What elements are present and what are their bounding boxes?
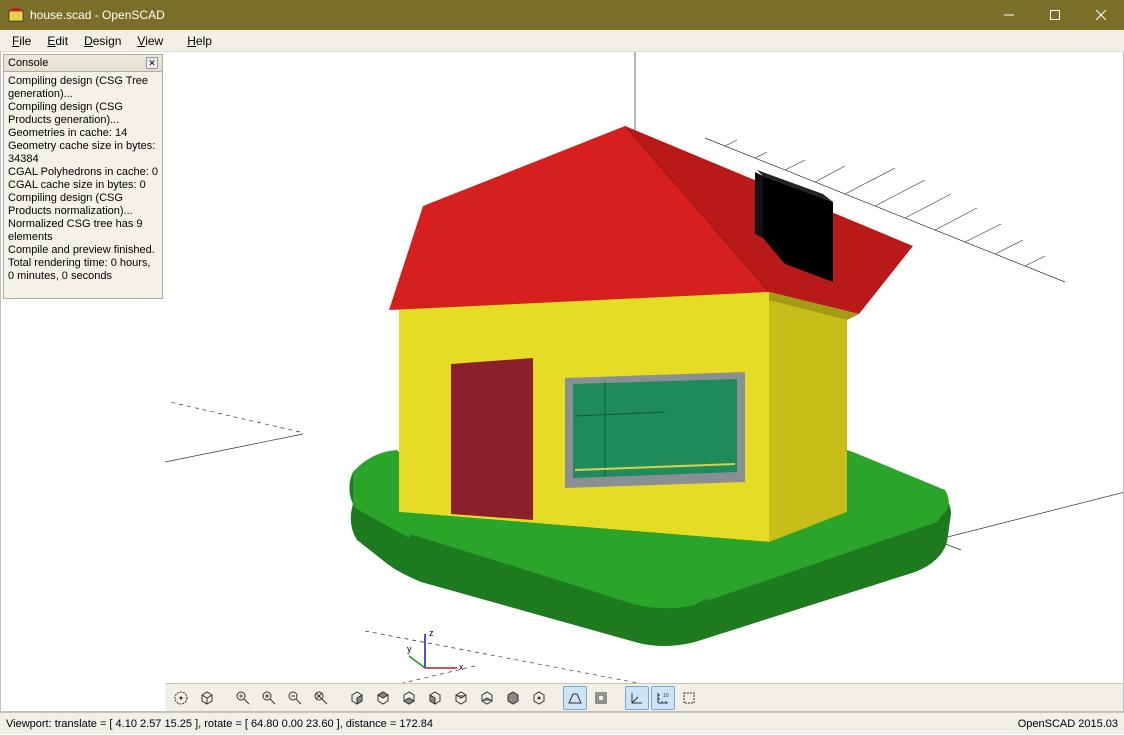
console-line: Total rendering time: 0 hours, 0 minutes… <box>8 257 158 283</box>
console-line: Geometry cache size in bytes: 34384 <box>8 140 158 166</box>
view-center-button[interactable] <box>527 686 551 710</box>
model-window <box>573 379 737 478</box>
close-button[interactable] <box>1078 0 1124 30</box>
console-line: CGAL cache size in bytes: 0 <box>8 179 158 192</box>
perspective-button[interactable] <box>563 686 587 710</box>
app-icon <box>8 7 24 23</box>
console-header: Console ✕ <box>4 55 162 72</box>
reset-view-button[interactable] <box>309 686 333 710</box>
menu-design[interactable]: Design <box>76 32 129 50</box>
console-body[interactable]: Compiling design (CSG Tree generation)..… <box>4 72 162 298</box>
show-axes-button[interactable] <box>625 686 649 710</box>
menu-edit[interactable]: Edit <box>39 32 76 50</box>
window-title: house.scad - OpenSCAD <box>30 8 986 22</box>
console-line: CGAL Polyhedrons in cache: 0 <box>8 166 158 179</box>
console-line: Geometries in cache: 14 <box>8 127 158 140</box>
console-line: Compile and preview finished. <box>8 244 158 257</box>
model-door <box>451 358 533 520</box>
status-version: OpenSCAD 2015.03 <box>1018 718 1118 730</box>
console-title: Console <box>8 57 146 69</box>
console-close-button[interactable]: ✕ <box>146 57 158 69</box>
zoom-out-button[interactable] <box>283 686 307 710</box>
console-line: Normalized CSG tree has 9 elements <box>8 218 158 244</box>
workarea: Console ✕ Compiling design (CSG Tree gen… <box>0 52 1124 712</box>
view-right-button[interactable] <box>345 686 369 710</box>
view-diagonal-button[interactable] <box>501 686 525 710</box>
titlebar: house.scad - OpenSCAD <box>0 0 1124 30</box>
console-line: Compiling design (CSG Products generatio… <box>8 101 158 127</box>
maximize-button[interactable] <box>1032 0 1078 30</box>
model-render <box>165 52 1123 683</box>
view-front-button[interactable] <box>449 686 473 710</box>
view-back-button[interactable] <box>475 686 499 710</box>
zoom-in-button[interactable] <box>257 686 281 710</box>
view-all-button[interactable] <box>231 686 255 710</box>
menu-file[interactable]: File <box>4 32 39 50</box>
menubar: File Edit Design View Help <box>0 30 1124 52</box>
console-line: Compiling design (CSG Tree generation)..… <box>8 75 158 101</box>
console-panel: Console ✕ Compiling design (CSG Tree gen… <box>3 54 163 299</box>
preview-button[interactable] <box>169 686 193 710</box>
svg-text:10: 10 <box>663 693 669 699</box>
view-bottom-button[interactable] <box>397 686 421 710</box>
menu-view[interactable]: View <box>129 32 171 50</box>
statusbar: Viewport: translate = [ 4.10 2.57 15.25 … <box>0 712 1124 734</box>
menu-help[interactable]: Help <box>179 32 220 50</box>
view-left-button[interactable] <box>423 686 447 710</box>
view-toolbar: 10 <box>165 683 1123 711</box>
show-crosshairs-button[interactable] <box>677 686 701 710</box>
view-top-button[interactable] <box>371 686 395 710</box>
console-line: Compiling design (CSG Products normaliza… <box>8 192 158 218</box>
show-scale-button[interactable]: 10 <box>651 686 675 710</box>
orthogonal-button[interactable] <box>589 686 613 710</box>
viewport-3d[interactable]: z x y <box>165 52 1123 683</box>
render-button[interactable] <box>195 686 219 710</box>
minimize-button[interactable] <box>986 0 1032 30</box>
status-viewport: Viewport: translate = [ 4.10 2.57 15.25 … <box>6 718 1018 730</box>
